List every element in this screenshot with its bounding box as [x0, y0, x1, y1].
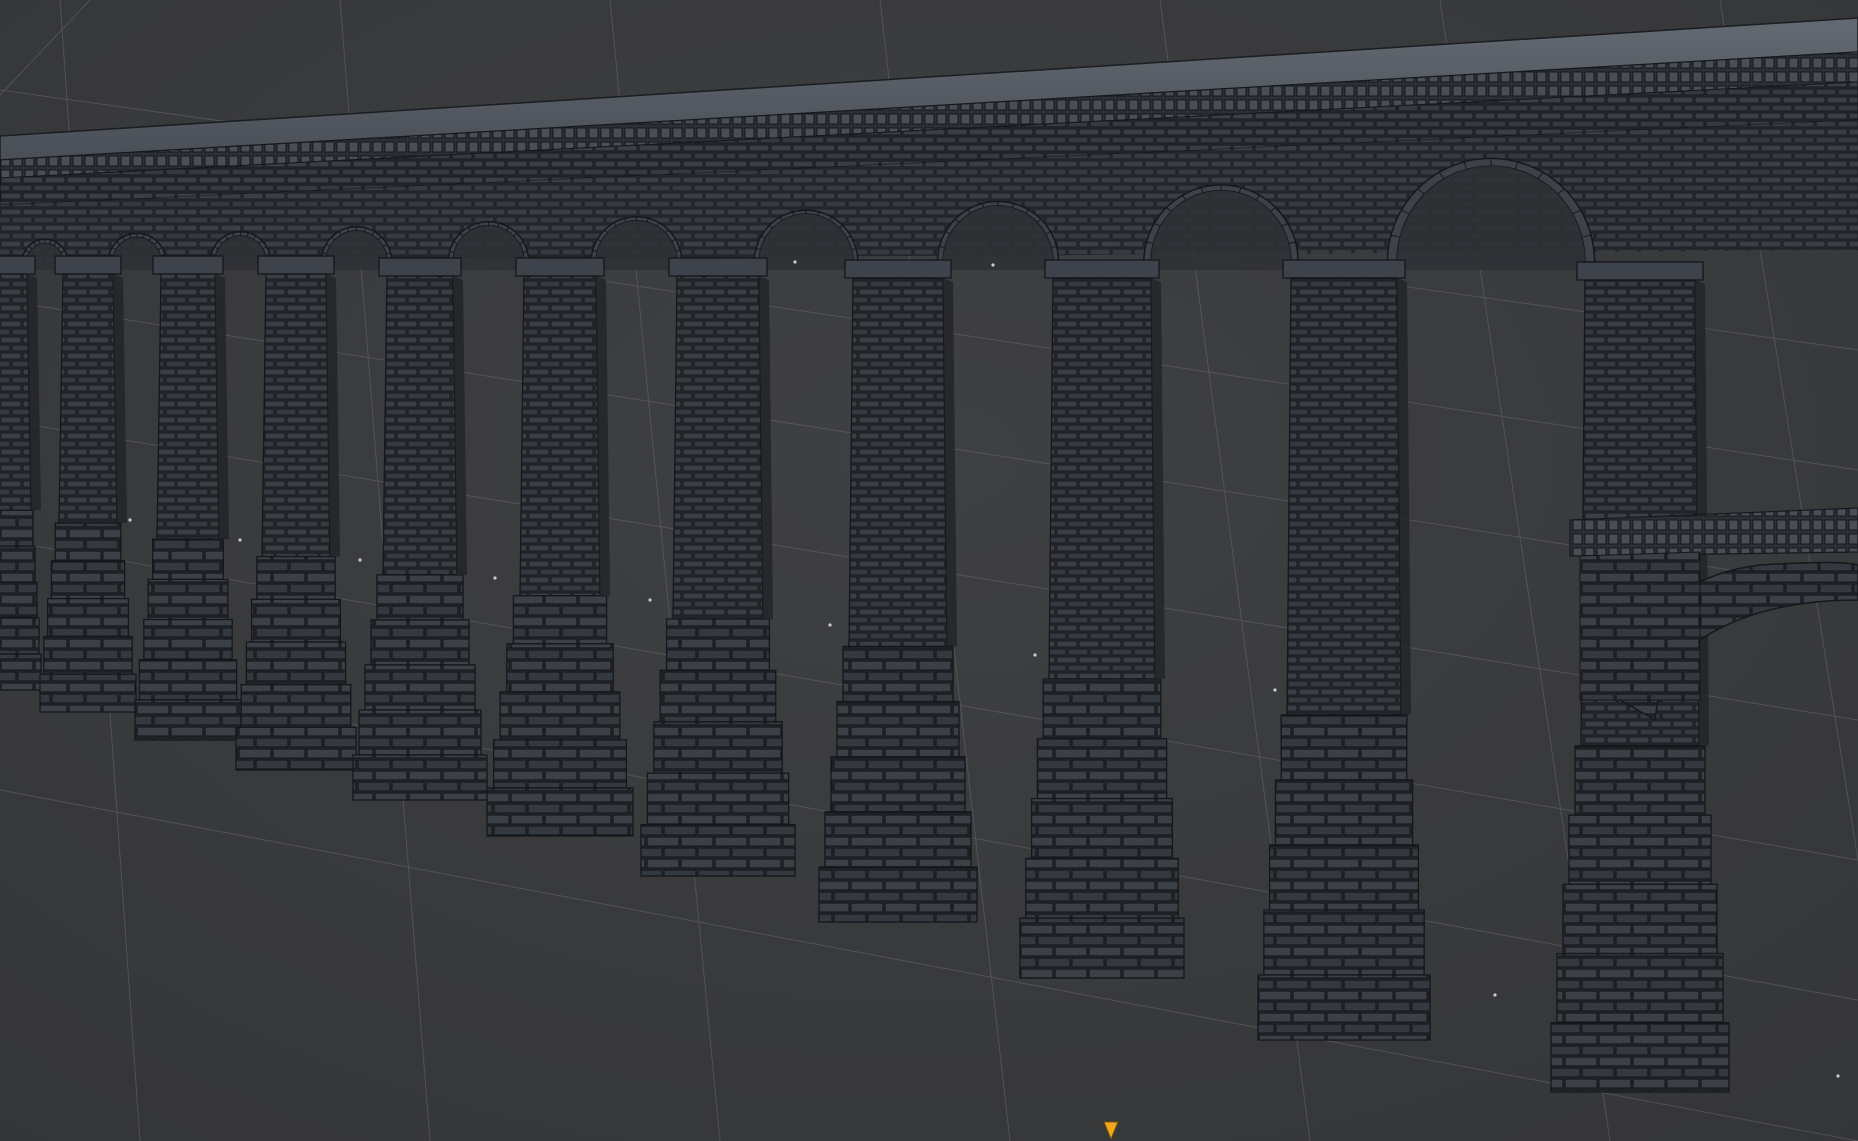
3d-viewport[interactable]: [0, 0, 1858, 1141]
viewport-scene[interactable]: [0, 0, 1858, 1141]
pillar-1[interactable]: [0, 255, 42, 691]
